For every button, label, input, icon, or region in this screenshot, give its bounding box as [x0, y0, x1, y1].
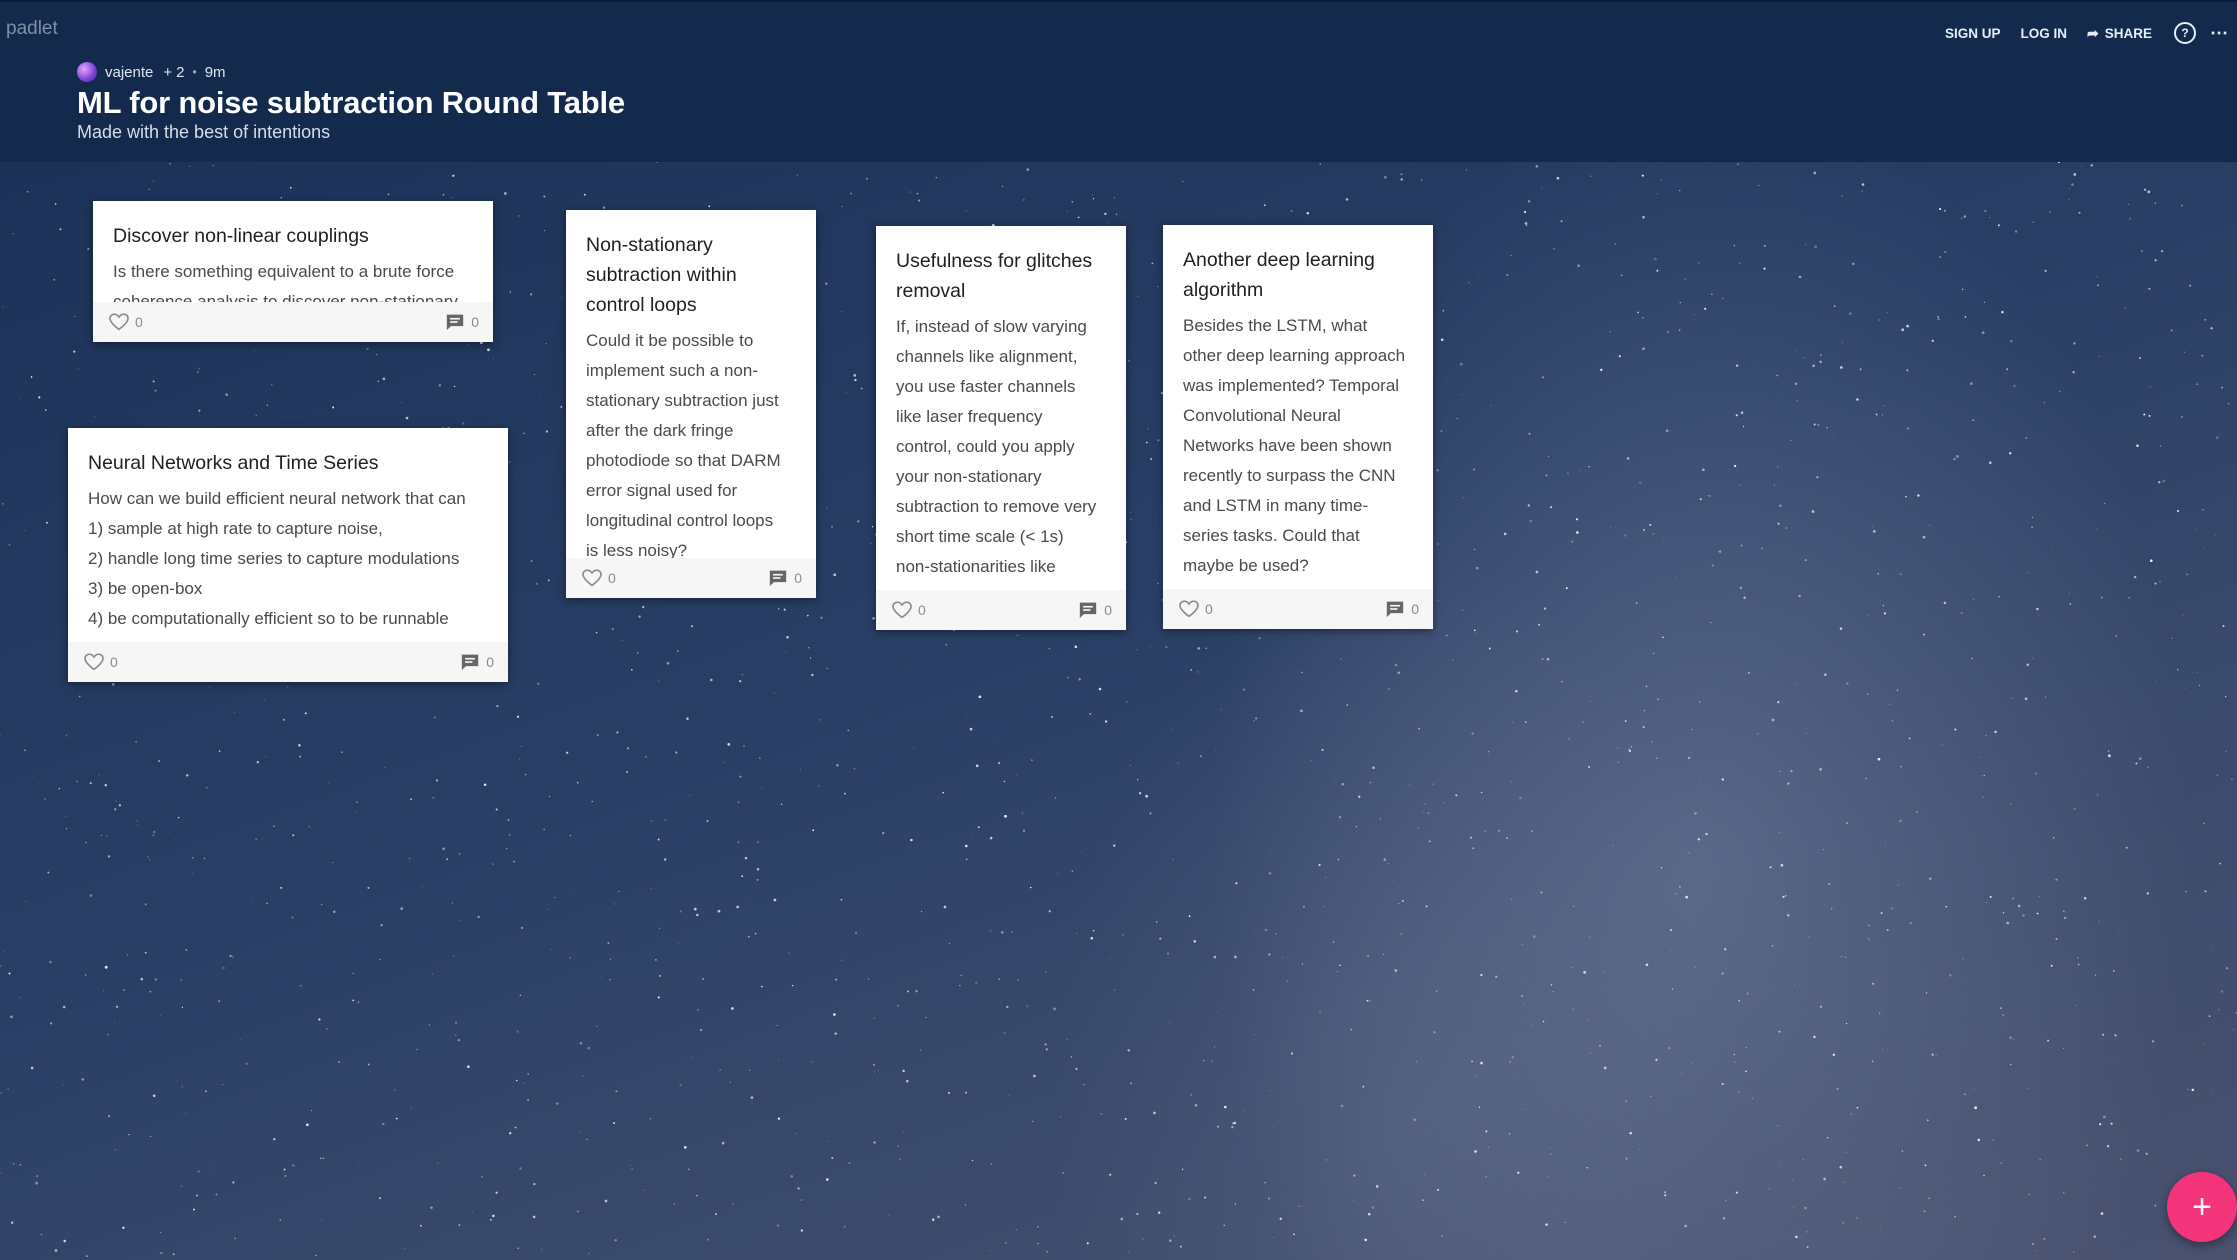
top-nav: SIGN UP LOG IN ➦ SHARE ? ⋯: [1925, 22, 2229, 44]
separator-dot: •: [192, 65, 197, 79]
heart-icon: [109, 313, 129, 331]
post-body: Besides the LSTM, what other deep learni…: [1183, 316, 1406, 575]
share-button[interactable]: ➦ SHARE: [2087, 25, 2152, 42]
author-row: vajente + 2 • 9m: [77, 62, 226, 82]
comment-button[interactable]: 0: [445, 313, 479, 331]
comment-button[interactable]: 0: [1385, 600, 1419, 618]
comment-icon: [770, 570, 787, 587]
wall-background: Discover non-linear couplings Is there s…: [0, 162, 2237, 1260]
comment-count: 0: [471, 314, 479, 330]
plus-icon: +: [163, 63, 173, 81]
post-title: Neural Networks and Time Series: [88, 452, 379, 474]
comment-count: 0: [1411, 601, 1419, 617]
like-button[interactable]: 0: [892, 601, 926, 619]
like-count: 0: [608, 570, 616, 586]
like-count: 0: [135, 314, 143, 330]
post-title: Non-stationary subtraction within contro…: [586, 234, 737, 316]
comment-count: 0: [1104, 602, 1112, 618]
more-icon[interactable]: ⋯: [2210, 23, 2229, 44]
post-footer: 0 0: [566, 558, 816, 598]
post-footer: 0 0: [68, 642, 508, 682]
comment-count: 0: [486, 654, 494, 670]
like-button[interactable]: 0: [109, 313, 143, 331]
page-title: ML for noise subtraction Round Table: [77, 85, 625, 120]
post-title: Usefulness for glitches removal: [896, 250, 1093, 302]
post-body: Could it be possible to implement such a…: [586, 331, 781, 560]
post-title: Another deep learning algorithm: [1183, 249, 1375, 301]
like-count: 0: [110, 654, 118, 670]
like-count: 0: [918, 602, 926, 618]
like-button[interactable]: 0: [1179, 600, 1213, 618]
add-post-button[interactable]: +: [2167, 1172, 2237, 1242]
post-card[interactable]: Discover non-linear couplings Is there s…: [93, 201, 493, 342]
post-footer: 0 0: [876, 590, 1126, 630]
like-button[interactable]: 0: [582, 569, 616, 587]
comment-button[interactable]: 0: [460, 653, 494, 671]
comment-button[interactable]: 0: [768, 569, 802, 587]
heart-icon: [1179, 600, 1199, 618]
heart-icon: [892, 601, 912, 619]
comment-count: 0: [794, 570, 802, 586]
timestamp: 9m: [204, 63, 226, 81]
share-label: SHARE: [2104, 25, 2152, 41]
post-card[interactable]: Neural Networks and Time Series How can …: [68, 428, 508, 682]
comment-icon: [447, 314, 464, 331]
post-card[interactable]: Non-stationary subtraction within contro…: [566, 210, 816, 598]
contributor-count: 2: [176, 63, 185, 81]
share-arrow-icon: ➦: [2087, 24, 2099, 41]
help-icon[interactable]: ?: [2174, 22, 2196, 44]
author-name[interactable]: vajente: [105, 64, 153, 81]
post-body: If, instead of slow varying channels lik…: [896, 317, 1097, 606]
like-count: 0: [1205, 601, 1213, 617]
page-subtitle: Made with the best of intentions: [77, 122, 331, 142]
post-body: How can we build efficient neural networ…: [88, 489, 466, 658]
post-footer: 0 0: [1163, 589, 1433, 629]
signup-button[interactable]: SIGN UP: [1945, 26, 2001, 41]
heart-icon: [582, 569, 602, 587]
post-card[interactable]: Usefulness for glitches removal If, inst…: [876, 226, 1126, 630]
padlet-logo[interactable]: padlet: [6, 18, 58, 40]
post-footer: 0 0: [93, 302, 493, 342]
comment-icon: [1387, 601, 1404, 618]
post-title: Discover non-linear couplings: [113, 225, 369, 247]
post-card[interactable]: Another deep learning algorithm Besides …: [1163, 225, 1433, 629]
comment-button[interactable]: 0: [1078, 601, 1112, 619]
top-bar: padlet vajente + 2 • 9m ML for noise sub…: [0, 0, 2237, 162]
login-button[interactable]: LOG IN: [2021, 26, 2068, 41]
heart-icon: [84, 653, 104, 671]
like-button[interactable]: 0: [84, 653, 118, 671]
avatar[interactable]: [77, 62, 97, 82]
comment-icon: [462, 654, 479, 671]
comment-icon: [1080, 602, 1097, 619]
